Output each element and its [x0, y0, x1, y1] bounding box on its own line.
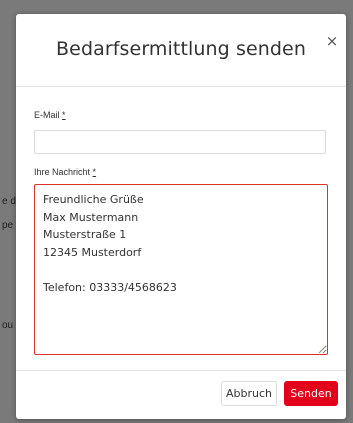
dialog-header: Bedarfsermittlung senden × — [16, 14, 346, 87]
send-needs-assessment-dialog: Bedarfsermittlung senden × E-Mail * Ihre… — [16, 14, 346, 419]
background-text-fragment: e d — [2, 196, 16, 207]
message-label: Ihre Nachricht * — [34, 167, 96, 177]
required-marker: * — [62, 110, 66, 120]
background-text-fragment: pe — [2, 220, 14, 231]
background-text-fragment: ou — [2, 320, 14, 331]
email-label: E-Mail * — [34, 110, 66, 120]
close-icon[interactable]: × — [325, 34, 339, 49]
resize-grip-icon[interactable] — [319, 346, 326, 353]
message-textarea[interactable]: Freundliche Grüße Max Mustermann Musters… — [34, 184, 328, 355]
email-label-text: E-Mail — [34, 110, 60, 120]
required-marker: * — [92, 167, 97, 177]
dialog-title: Bedarfsermittlung senden — [56, 38, 306, 60]
email-field[interactable] — [34, 130, 326, 154]
send-button[interactable]: Senden — [284, 381, 338, 406]
dialog-footer: Abbruch Senden — [16, 370, 346, 419]
message-label-text: Ihre Nachricht — [34, 167, 91, 177]
cancel-button[interactable]: Abbruch — [221, 381, 277, 406]
